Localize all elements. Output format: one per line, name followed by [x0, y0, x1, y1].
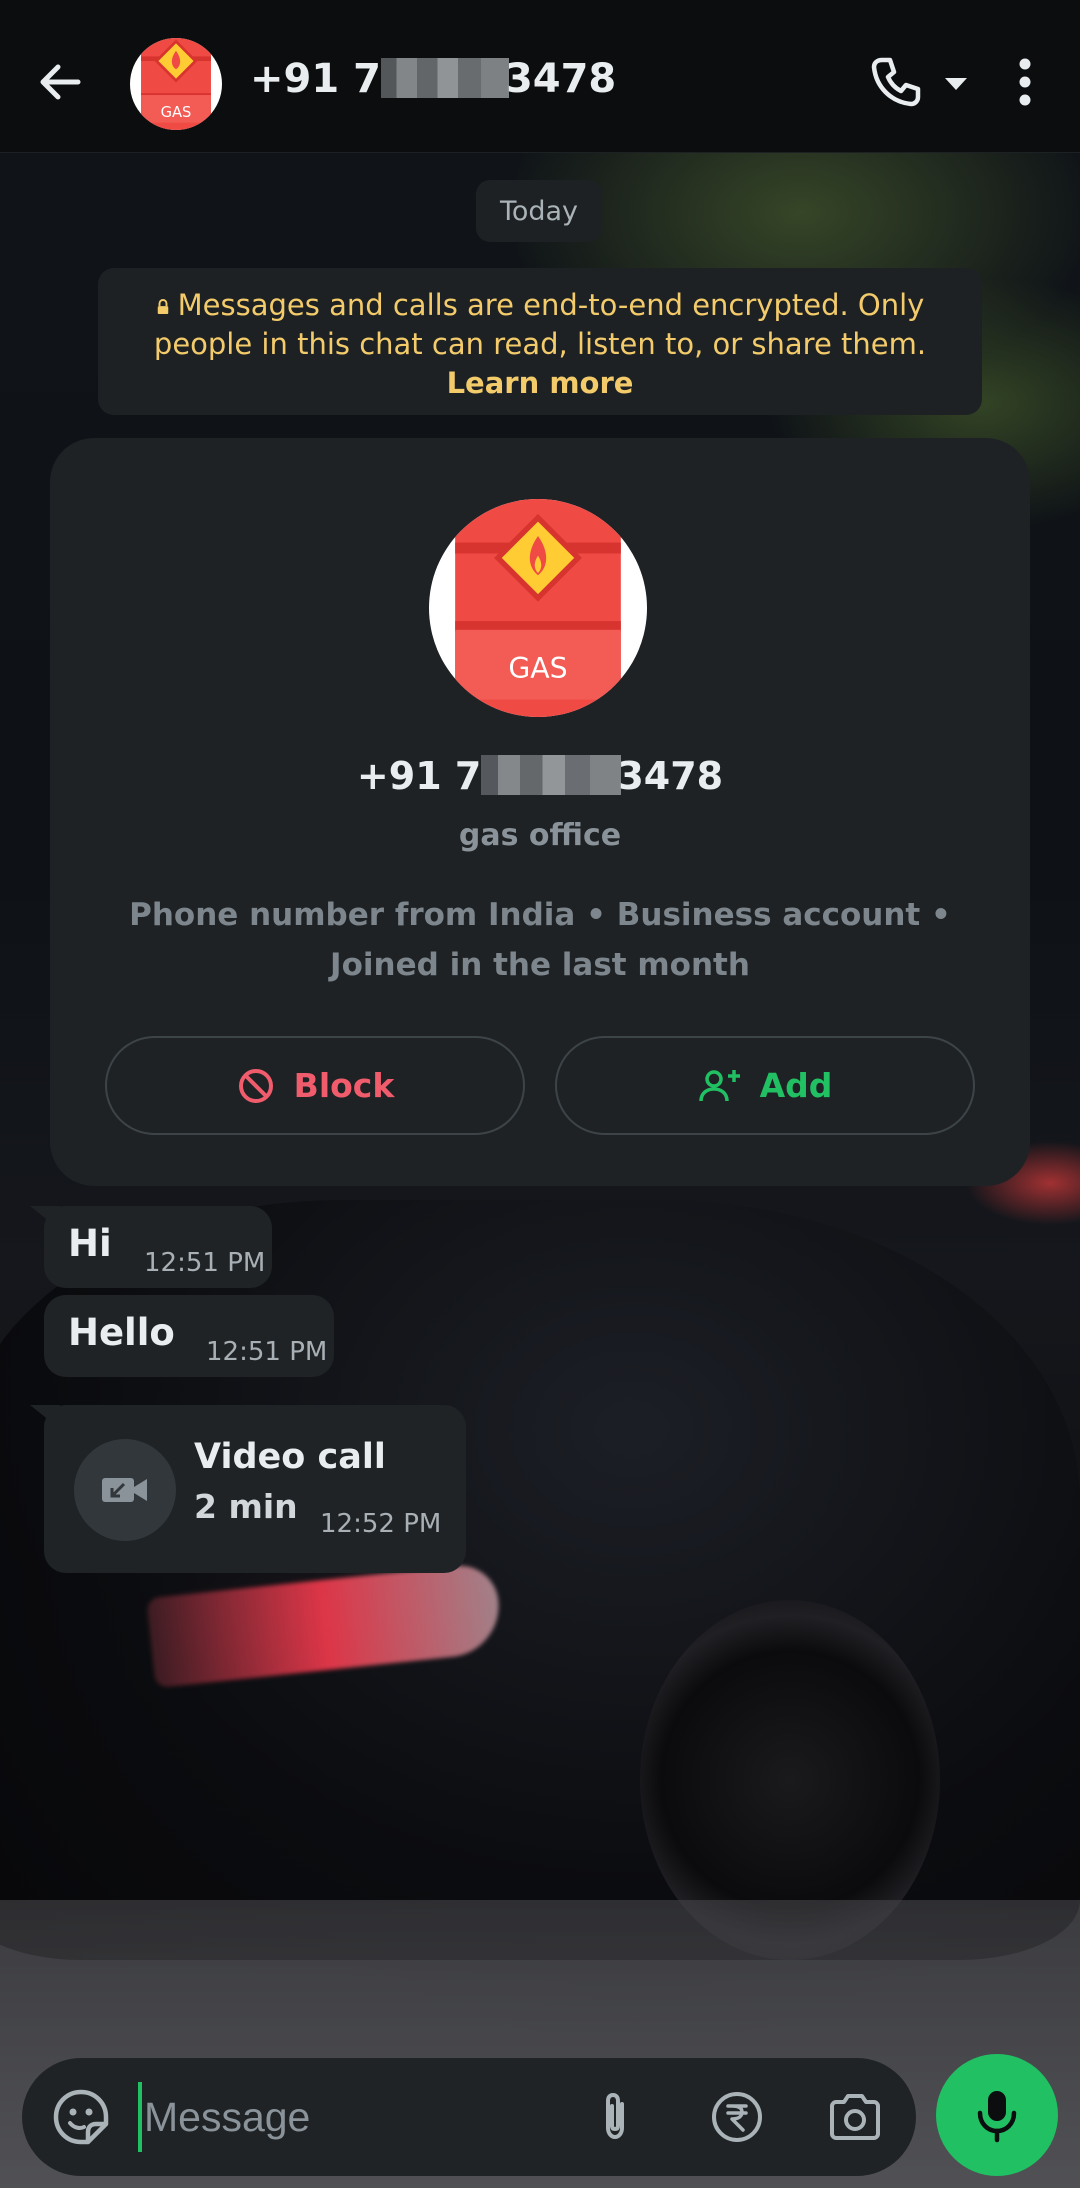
- camera-button[interactable]: [826, 2088, 884, 2146]
- add-person-icon: [698, 1069, 740, 1101]
- block-icon: [238, 1068, 273, 1103]
- business-avatar[interactable]: GAS: [429, 499, 647, 717]
- block-label: Block: [293, 1066, 395, 1105]
- caret-down-icon: [945, 78, 967, 90]
- business-phone-number: +91 7 3478: [50, 754, 1030, 798]
- encryption-notice[interactable]: Messages and calls are end-to-end encryp…: [98, 268, 982, 415]
- call-options-dropdown[interactable]: [936, 52, 976, 112]
- message-input[interactable]: [138, 2082, 578, 2152]
- contact-phone-number[interactable]: +91 7 3478: [250, 56, 616, 102]
- phone-icon: [871, 57, 921, 107]
- encryption-notice-text: Messages and calls are end-to-end encryp…: [153, 288, 927, 361]
- phone-suffix: 3478: [504, 56, 617, 102]
- add-label: Add: [759, 1066, 833, 1105]
- svg-text:GAS: GAS: [161, 104, 192, 121]
- message-time: 12:52 PM: [320, 1509, 442, 1539]
- message-text: Hello: [68, 1311, 175, 1354]
- message-composer: [22, 2058, 916, 2176]
- svg-text:GAS: GAS: [508, 652, 567, 685]
- business-name: gas office: [458, 818, 622, 853]
- arrow-left-icon: [40, 64, 81, 100]
- chat-header: GAS +91 7 3478: [0, 0, 1080, 153]
- phone-prefix: +91 7: [356, 754, 482, 798]
- gas-cylinder-icon: GAS: [130, 38, 222, 130]
- redacted-digits: [481, 755, 622, 795]
- call-message-bubble[interactable]: Video call 2 min 12:52 PM: [30, 1405, 466, 1573]
- attach-button[interactable]: [586, 2088, 644, 2146]
- rupee-icon: [712, 2092, 762, 2142]
- phone-prefix: +91 7: [250, 56, 381, 102]
- message-time: 12:51 PM: [144, 1248, 266, 1278]
- call-duration: 2 min: [194, 1487, 298, 1526]
- payment-button[interactable]: [708, 2088, 766, 2146]
- more-vertical-icon: [1019, 58, 1031, 106]
- date-chip: Today: [476, 180, 602, 242]
- emoji-button[interactable]: [52, 2088, 110, 2146]
- voice-call-button[interactable]: [866, 52, 926, 112]
- add-contact-button[interactable]: Add: [555, 1036, 975, 1135]
- call-icon-badge: [74, 1439, 176, 1541]
- message-bubble[interactable]: Hi 12:51 PM: [30, 1206, 272, 1288]
- redacted-digits: [380, 58, 509, 98]
- paperclip-icon: [606, 2092, 624, 2140]
- sticker-emoji-icon: [53, 2089, 109, 2145]
- block-button[interactable]: Block: [105, 1036, 525, 1135]
- gas-cylinder-icon: GAS: [429, 499, 647, 717]
- message-text: Hi: [68, 1222, 112, 1265]
- message-bubble[interactable]: Hello 12:51 PM: [44, 1295, 334, 1377]
- back-button[interactable]: [30, 52, 90, 112]
- business-info-card: GAS +91 7 3478 gas office Phone number fr…: [50, 438, 1030, 1186]
- message-time: 12:51 PM: [206, 1337, 328, 1367]
- voice-message-button[interactable]: [936, 2054, 1058, 2176]
- missed-video-call-icon: [102, 1478, 147, 1502]
- contact-avatar[interactable]: GAS: [130, 38, 222, 130]
- business-meta: Phone number from India • Business accou…: [129, 897, 951, 983]
- microphone-icon: [977, 2091, 1017, 2143]
- call-title: Video call: [194, 1437, 386, 1477]
- lock-icon: [157, 299, 168, 314]
- learn-more-link[interactable]: Learn more: [447, 366, 634, 400]
- camera-icon: [830, 2094, 880, 2140]
- phone-suffix: 3478: [617, 754, 724, 798]
- menu-button[interactable]: [1000, 52, 1050, 112]
